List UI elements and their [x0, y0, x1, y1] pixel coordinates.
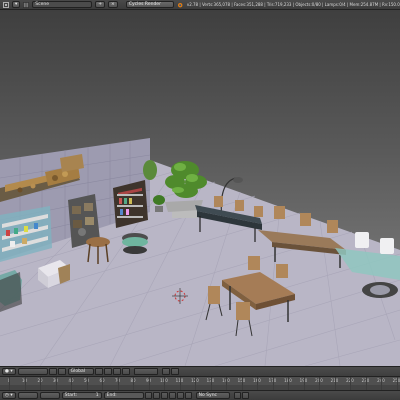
- render-engine-label: Cycles Render: [128, 2, 161, 7]
- view-menu[interactable]: [17, 368, 48, 375]
- play-reverse-icon[interactable]: [160, 392, 168, 399]
- pivot-label: Global: [70, 369, 85, 374]
- timeline-tick-line: [179, 377, 181, 391]
- prev-key-icon[interactable]: [152, 392, 160, 399]
- view-menu-button[interactable]: [17, 392, 38, 399]
- scene-render: [0, 138, 400, 366]
- marker-menu-button[interactable]: [39, 392, 60, 399]
- timeline-tick-line: [396, 377, 398, 391]
- screen-layout-icon[interactable]: [22, 1, 29, 8]
- render-preview-icon[interactable]: [170, 368, 179, 375]
- timeline-tick-line: [319, 377, 320, 391]
- editor-type-icon[interactable]: [2, 1, 9, 8]
- playback-bar: ◷ ▾ Start: 1 End: No Sync: [0, 390, 400, 400]
- translate-icon[interactable]: [103, 368, 112, 375]
- render-engine-dropdown[interactable]: Cycles Render: [125, 1, 174, 8]
- layers-icon[interactable]: [133, 368, 158, 375]
- start-frame-field[interactable]: Start: 1: [61, 392, 102, 399]
- timeline-tick-line: [350, 377, 351, 391]
- scene-statistics: v2.78 | Verts:365,078 | Faces:351,288 | …: [186, 2, 400, 7]
- timeline-tick-line: [24, 377, 26, 391]
- timeline-tick-line: [71, 377, 72, 391]
- editor-type-button[interactable]: ● ▾: [2, 368, 16, 375]
- plant-wall: [143, 160, 157, 180]
- menu-button[interactable]: ▾: [12, 1, 21, 8]
- timeline-tick-line: [40, 377, 41, 391]
- timeline-tick-line: [226, 377, 227, 391]
- timeline-editor-button[interactable]: ◷ ▾: [2, 392, 16, 399]
- timeline-tick-line: [55, 377, 57, 391]
- timeline-tick-line: [86, 377, 88, 391]
- jump-start-icon[interactable]: [144, 392, 152, 399]
- timeline-tick-line: [381, 377, 382, 391]
- end-frame-label: End:: [106, 393, 117, 398]
- info-header: ▾ Scene + × Cycles Render v2.78 | Verts:…: [0, 0, 400, 10]
- manipulator-icon[interactable]: [94, 368, 103, 375]
- pivot-icon[interactable]: [57, 368, 66, 375]
- scene-selector[interactable]: Scene: [32, 1, 93, 8]
- timeline-tick-line: [257, 377, 258, 391]
- rotate-icon[interactable]: [112, 368, 121, 375]
- timeline-tick-line: [288, 377, 289, 391]
- 3d-view-header: ● ▾ Global: [0, 366, 400, 376]
- add-scene-button[interactable]: +: [95, 1, 106, 8]
- snap-icon[interactable]: [161, 368, 170, 375]
- timeline-tick-line: [334, 377, 336, 391]
- timeline-tick-line: [241, 377, 243, 391]
- end-frame-field[interactable]: End:: [103, 392, 144, 399]
- pivot-dropdown[interactable]: Global: [67, 368, 94, 375]
- timeline-tick-line: [272, 377, 274, 391]
- viewport-shading-icon[interactable]: [48, 368, 57, 375]
- blender-logo-icon: [177, 1, 184, 8]
- sync-label: No Sync: [198, 393, 218, 398]
- timeline-tick-line: [210, 377, 212, 391]
- jump-end-icon[interactable]: [184, 392, 192, 399]
- timeline-tick-line: [365, 377, 367, 391]
- bookshelf: [113, 180, 148, 228]
- remove-scene-button[interactable]: ×: [108, 1, 118, 8]
- 3d-viewport[interactable]: [0, 10, 400, 366]
- timeline-tick-line: [195, 377, 196, 391]
- round-table-2: [122, 233, 148, 254]
- timeline-tick-line: [148, 377, 150, 391]
- timeline-tick-line: [102, 377, 103, 391]
- record-icon[interactable]: [233, 392, 241, 399]
- timeline-tick-line: [133, 377, 134, 391]
- timeline-ruler[interactable]: 0102030405060708090100110120130140150160…: [0, 377, 400, 385]
- next-key-icon[interactable]: [176, 392, 184, 399]
- timeline-tick-line: [164, 377, 165, 391]
- start-frame-value: 1: [95, 393, 99, 398]
- sync-dropdown[interactable]: No Sync: [195, 392, 230, 399]
- play-icon[interactable]: [168, 392, 176, 399]
- scene-label: Scene: [35, 2, 49, 7]
- scale-icon[interactable]: [121, 368, 130, 375]
- keying-set-icon[interactable]: [241, 392, 249, 399]
- timeline-tick-line: [9, 377, 10, 391]
- timeline[interactable]: 0102030405060708090100110120130140150160…: [0, 376, 400, 391]
- timeline-tick-line: [303, 377, 305, 391]
- timeline-tick-line: [117, 377, 119, 391]
- start-frame-label: Start:: [64, 393, 78, 398]
